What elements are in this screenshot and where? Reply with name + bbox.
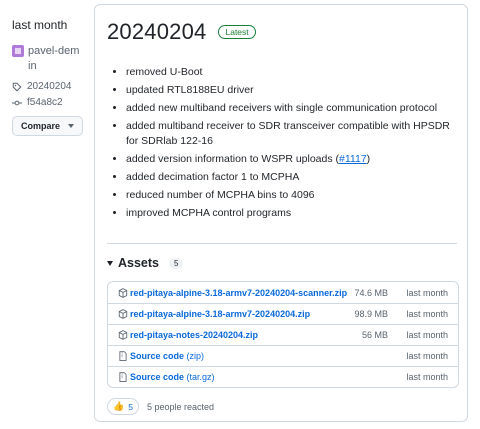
asset-time: last month	[406, 372, 448, 382]
author-block: pavel-dem in	[12, 44, 92, 73]
assets-list: red-pitaya-alpine-3.18-armv7-20240204-sc…	[107, 281, 459, 388]
asset-time: last month	[406, 309, 448, 319]
file-zip-icon	[119, 351, 127, 361]
note-item: added version information to WSPR upload…	[126, 152, 456, 167]
release-meta: 20240204 f54a8c2	[12, 81, 92, 108]
asset-row: red-pitaya-alpine-3.18-armv7-20240204.zi…	[108, 303, 458, 324]
compare-button[interactable]: Compare	[12, 116, 84, 136]
asset-time: last month	[406, 287, 448, 298]
thumbs-up-icon: 👍	[113, 401, 125, 411]
asset-format: (tar.gz)	[186, 372, 215, 382]
package-icon	[118, 309, 128, 319]
release-title[interactable]: 20240204	[107, 19, 206, 45]
git-commit-icon	[12, 100, 22, 105]
tag-link[interactable]: 20240204	[12, 81, 92, 92]
asset-link[interactable]: red-pitaya-notes-20240204.zip	[130, 330, 258, 340]
commit-link[interactable]: f54a8c2	[12, 97, 92, 108]
assets-toggle[interactable]: Assets 5	[107, 256, 184, 270]
release-card: 20240204 Latest removed U-Boot updated R…	[94, 4, 468, 422]
chevron-down-icon	[68, 124, 75, 128]
release-header: 20240204 Latest	[107, 19, 256, 45]
asset-row: Source code (tar.gz) last month	[108, 366, 458, 387]
reaction-count: 5	[128, 401, 133, 412]
asset-size: 74.6 MB	[354, 287, 388, 298]
package-icon	[118, 330, 128, 340]
assets-title: Assets	[118, 256, 159, 270]
source-code-zip-link[interactable]: Source code (zip)	[130, 351, 204, 361]
tag-icon	[12, 82, 22, 91]
asset-link[interactable]: red-pitaya-alpine-3.18-armv7-20240204-sc…	[130, 288, 347, 298]
thumbs-up-reaction-button[interactable]: 👍 5	[107, 398, 139, 415]
release-sidebar: last month pavel-dem in 20240204 f54a8c2…	[12, 18, 92, 136]
note-item: updated RTL8188EU driver	[126, 83, 456, 98]
note-item: removed U-Boot	[126, 65, 456, 80]
asset-row: Source code (zip) last month	[108, 345, 458, 366]
asset-time: last month	[406, 351, 448, 361]
asset-row: red-pitaya-alpine-3.18-armv7-20240204-sc…	[108, 282, 458, 303]
assets-count: 5	[169, 257, 184, 269]
note-item: added multiband receiver to SDR transcei…	[126, 119, 456, 149]
asset-time: last month	[406, 330, 448, 340]
release-notes: removed U-Boot updated RTL8188EU driver …	[126, 65, 456, 224]
asset-link[interactable]: red-pitaya-alpine-3.18-armv7-20240204.zi…	[130, 309, 310, 319]
reactions-summary: 5 people reacted	[146, 401, 215, 412]
tag-label: 20240204	[27, 81, 72, 92]
divider	[107, 243, 457, 244]
reactions-bar: 👍 5 5 people reacted	[107, 398, 214, 415]
latest-badge: Latest	[218, 25, 256, 39]
asset-size: 56 MB	[361, 330, 388, 340]
author-in-label: in	[28, 60, 37, 72]
asset-size: 98.9 MB	[354, 309, 388, 319]
avatar[interactable]	[12, 45, 24, 57]
note-item: added decimation factor 1 to MCPHA	[126, 170, 456, 185]
release-time: last month	[12, 18, 68, 32]
note-item: improved MCPHA control programs	[126, 206, 456, 221]
author-link[interactable]: pavel-dem	[28, 44, 79, 58]
issue-link[interactable]: #1117	[339, 153, 367, 165]
compare-label: Compare	[21, 121, 61, 131]
note-item: added new multiband receivers with singl…	[126, 101, 456, 116]
note-item: reduced number of MCPHA bins to 4096	[126, 188, 456, 203]
source-code-targz-link[interactable]: Source code (tar.gz)	[130, 372, 215, 382]
file-zip-icon	[119, 372, 127, 382]
commit-label: f54a8c2	[27, 97, 63, 108]
package-icon	[118, 287, 128, 298]
asset-format: (zip)	[186, 351, 205, 361]
asset-row: red-pitaya-notes-20240204.zip 56 MB last…	[108, 324, 458, 345]
triangle-down-icon	[107, 260, 113, 266]
